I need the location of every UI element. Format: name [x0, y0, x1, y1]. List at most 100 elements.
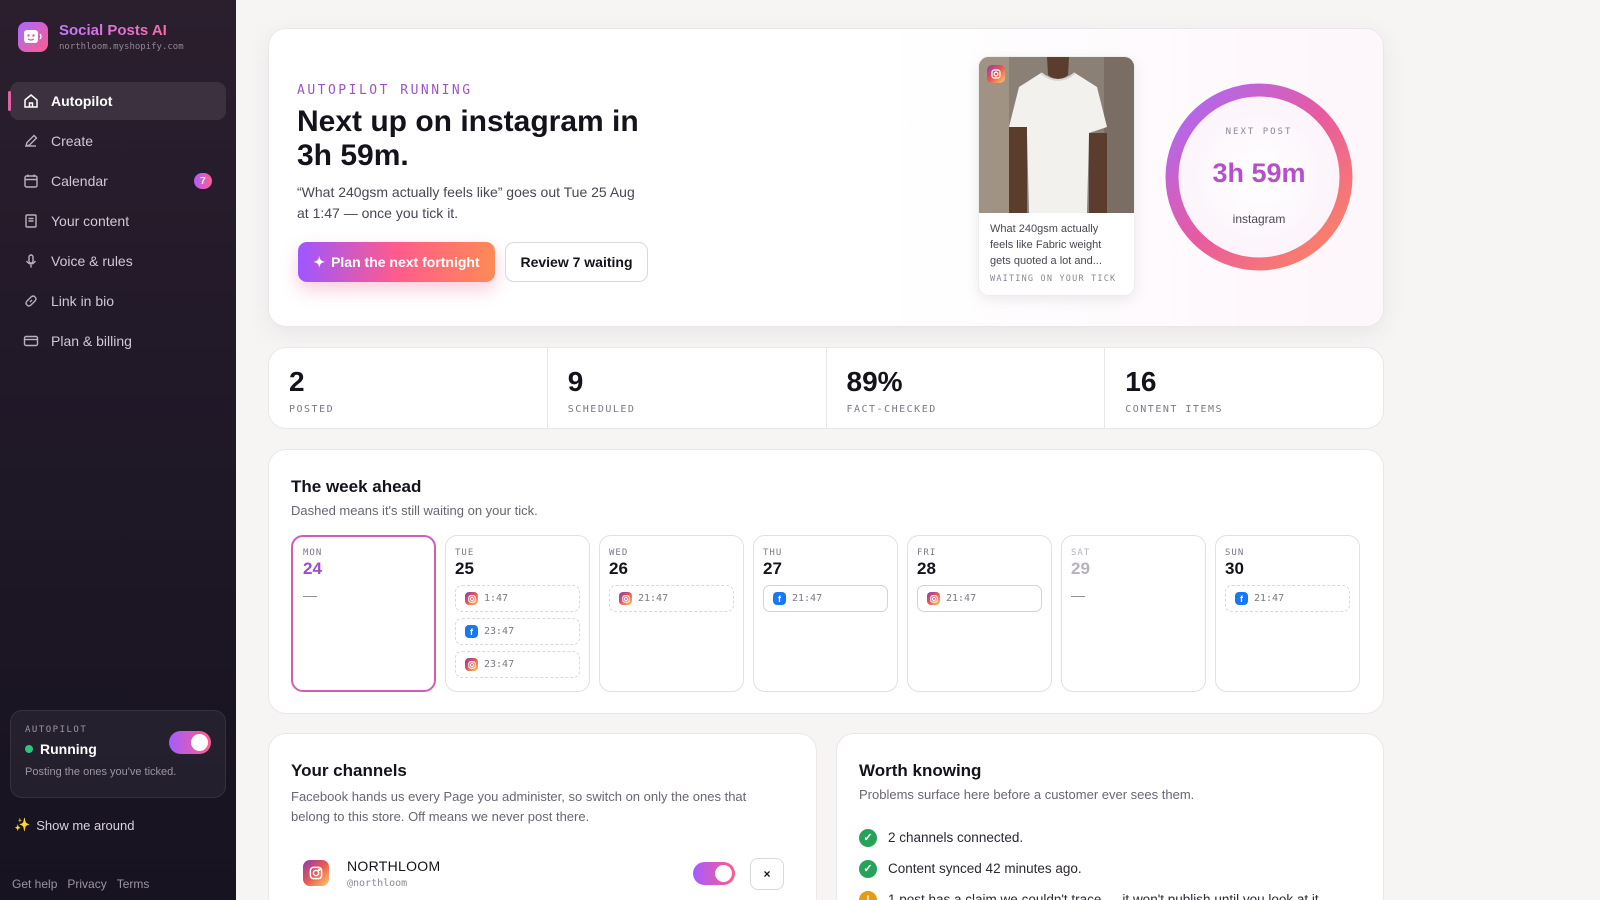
link-icon [23, 293, 39, 309]
slot-time: 23:47 [484, 659, 515, 670]
privacy-link[interactable]: Privacy [67, 877, 106, 891]
sidebar-item-your-content[interactable]: Your content [10, 202, 226, 240]
microphone-icon [23, 253, 39, 269]
facebook-icon: f [465, 625, 478, 638]
autopilot-toggle[interactable] [169, 731, 211, 754]
day-name: THU [763, 548, 783, 558]
sidebar-item-label: Your content [51, 213, 130, 229]
terms-link[interactable]: Terms [117, 877, 150, 891]
worth-knowing-subtitle: Problems surface here before a customer … [859, 787, 1195, 802]
countdown-platform: instagram [1232, 212, 1286, 226]
instagram-icon [987, 65, 1005, 83]
sidebar-item-link-in-bio[interactable]: Link in bio [10, 282, 226, 320]
channels-card: Your channels Facebook hands us every Pa… [268, 733, 817, 900]
day-card-thu[interactable]: THU 27 f 21:47 [753, 535, 898, 692]
pencil-icon [23, 133, 39, 149]
instagram-icon [619, 592, 632, 605]
day-name: FRI [917, 548, 937, 558]
instagram-icon [927, 592, 940, 605]
day-name: MON [303, 548, 323, 558]
autopilot-status-text: Running [40, 741, 97, 757]
scheduled-post-slot[interactable]: f 21:47 [1225, 585, 1350, 612]
sidebar-item-create[interactable]: Create [10, 122, 226, 160]
sidebar: Social Posts AI northloom.myshopify.com … [0, 0, 236, 900]
channels-description: Facebook hands us every Page you adminis… [291, 789, 747, 824]
plan-next-fortnight-button[interactable]: ✦ Plan the next fortnight [298, 242, 495, 282]
worth-knowing-title: Worth knowing [859, 761, 982, 780]
day-number: 26 [609, 559, 628, 578]
stat-content-items: 16 CONTENT ITEMS [1105, 348, 1383, 428]
day-card-mon[interactable]: MON 24 — [291, 535, 436, 692]
instagram-icon [303, 860, 329, 886]
day-number: 30 [1225, 559, 1244, 578]
day-name: SAT [1071, 548, 1091, 558]
day-card-sun[interactable]: SUN 30 f 21:47 [1215, 535, 1360, 692]
stat-scheduled: 9 SCHEDULED [548, 348, 827, 428]
sparkle-icon: ✨ [14, 817, 31, 832]
warning-icon: ! [859, 890, 877, 900]
stat-label: FACT-CHECKED [846, 404, 937, 415]
sidebar-item-label: Voice & rules [51, 253, 133, 269]
stat-value: 89% [846, 366, 903, 397]
scheduled-post-slot[interactable]: 21:47 [917, 585, 1042, 612]
stats-bar: 2 POSTED 9 SCHEDULED 89% FACT-CHECKED 16… [268, 347, 1384, 429]
stat-fact-checked: 89% FACT-CHECKED [827, 348, 1106, 428]
plan-next-fortnight-label: Plan the next fortnight [331, 254, 480, 270]
worth-knowing-list: ✓ 2 channels connected. ✓ Content synced… [859, 822, 1322, 900]
day-card-wed[interactable]: WED 26 21:47 [599, 535, 744, 692]
next-post-hero: AUTOPILOT RUNNING Next up on instagram i… [268, 28, 1384, 327]
day-card-tue[interactable]: TUE 25 1:47 f 23:47 23:47 [445, 535, 590, 692]
day-card-fri[interactable]: FRI 28 21:47 [907, 535, 1052, 692]
scheduled-post-slot[interactable]: 1:47 [455, 585, 580, 612]
post-preview-card[interactable]: What 240gsm actually feels like Fabric w… [978, 56, 1135, 296]
worth-knowing-card: Worth knowing Problems surface here befo… [836, 733, 1384, 900]
day-empty-marker: — [303, 587, 317, 603]
slot-time: 21:47 [792, 593, 823, 604]
show-me-around-link[interactable]: ✨ Show me around [14, 817, 134, 833]
stat-label: CONTENT ITEMS [1125, 404, 1224, 415]
channel-handle: @northloom [347, 878, 408, 889]
scheduled-post-slot[interactable]: f 21:47 [763, 585, 888, 612]
hero-description: “What 240gsm actually feels like” goes o… [297, 184, 635, 221]
calendar-icon [23, 173, 39, 189]
instagram-icon [465, 592, 478, 605]
hero-title: Next up on instagram in 3h 59m. [297, 105, 639, 172]
channel-toggle[interactable] [693, 862, 735, 885]
stat-posted: 2 POSTED [269, 348, 548, 428]
status-dot-icon [25, 745, 33, 753]
sidebar-item-autopilot[interactable]: Autopilot [8, 82, 226, 120]
list-item[interactable]: ! 1 post has a claim we couldn't trace —… [859, 884, 1322, 900]
get-help-link[interactable]: Get help [12, 877, 57, 891]
day-card-sat[interactable]: SAT 29 — [1061, 535, 1206, 692]
scheduled-post-slot[interactable]: 21:47 [609, 585, 734, 612]
remove-channel-button[interactable]: × [750, 858, 784, 890]
list-item-text: Content synced 42 minutes ago. [888, 861, 1082, 876]
sidebar-item-label: Autopilot [51, 93, 113, 109]
day-name: TUE [455, 548, 475, 558]
scheduled-post-slot[interactable]: f 23:47 [455, 618, 580, 645]
hero-eyebrow: AUTOPILOT RUNNING [297, 83, 473, 98]
brand[interactable]: Social Posts AI northloom.myshopify.com [18, 22, 184, 52]
credit-card-icon [23, 333, 39, 349]
sidebar-item-voice-rules[interactable]: Voice & rules [10, 242, 226, 280]
list-item: ✓ Content synced 42 minutes ago. [859, 853, 1322, 884]
day-number: 28 [917, 559, 936, 578]
stat-value: 2 [289, 366, 305, 397]
check-icon: ✓ [859, 828, 877, 847]
list-item-text: 1 post has a claim we couldn't trace — i… [888, 892, 1323, 900]
stat-value: 16 [1125, 366, 1157, 397]
sidebar-item-label: Calendar [51, 173, 108, 189]
sparkle-icon: ✦ [313, 253, 326, 270]
day-number: 27 [763, 559, 782, 578]
week-ahead: The week ahead Dashed means it's still w… [268, 449, 1384, 714]
stat-label: POSTED [289, 404, 335, 415]
scheduled-post-slot[interactable]: 23:47 [455, 651, 580, 678]
review-waiting-button[interactable]: Review 7 waiting [505, 242, 648, 282]
post-preview-status: WAITING ON YOUR TICK [990, 274, 1117, 284]
day-name: SUN [1225, 548, 1245, 558]
day-empty-marker: — [1071, 587, 1085, 603]
sidebar-item-label: Plan & billing [51, 333, 132, 349]
channel-row: NORTHLOOM @northloom × [303, 854, 784, 894]
sidebar-item-plan-billing[interactable]: Plan & billing [10, 322, 226, 360]
sidebar-item-calendar[interactable]: Calendar 7 [10, 162, 226, 200]
